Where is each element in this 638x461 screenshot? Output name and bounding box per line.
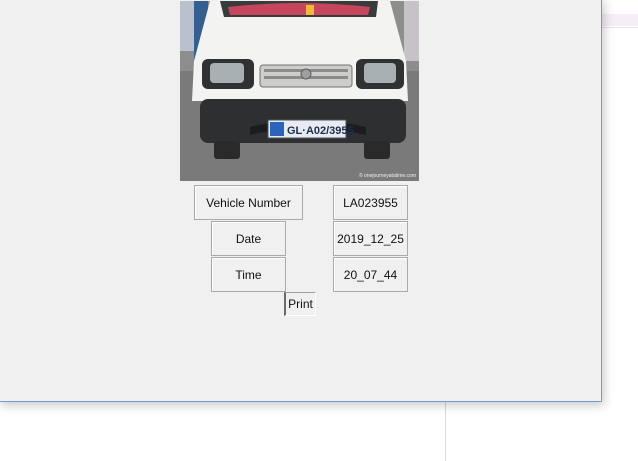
vehicle-photo: GL·A02/3955 © onejourneyatatime.com: [180, 1, 419, 181]
background-window-line: [602, 27, 638, 28]
date-label: Date: [211, 221, 286, 256]
background-window-strip: [602, 14, 638, 26]
app-window: GL·A02/3955 © onejourneyatatime.com Vehi…: [0, 0, 602, 402]
time-label: Time: [211, 257, 286, 292]
photo-watermark: © onejourneyatatime.com: [359, 172, 416, 179]
vehicle-number-label: Vehicle Number: [194, 185, 303, 220]
time-value: 20_07_44: [333, 257, 408, 292]
background-divider: [445, 400, 446, 461]
vehicle-number-value: LA023955: [333, 185, 408, 220]
date-value: 2019_12_25: [333, 221, 408, 256]
print-button[interactable]: Print: [284, 292, 316, 316]
license-plate-text: GL·A02/3955: [287, 125, 354, 137]
